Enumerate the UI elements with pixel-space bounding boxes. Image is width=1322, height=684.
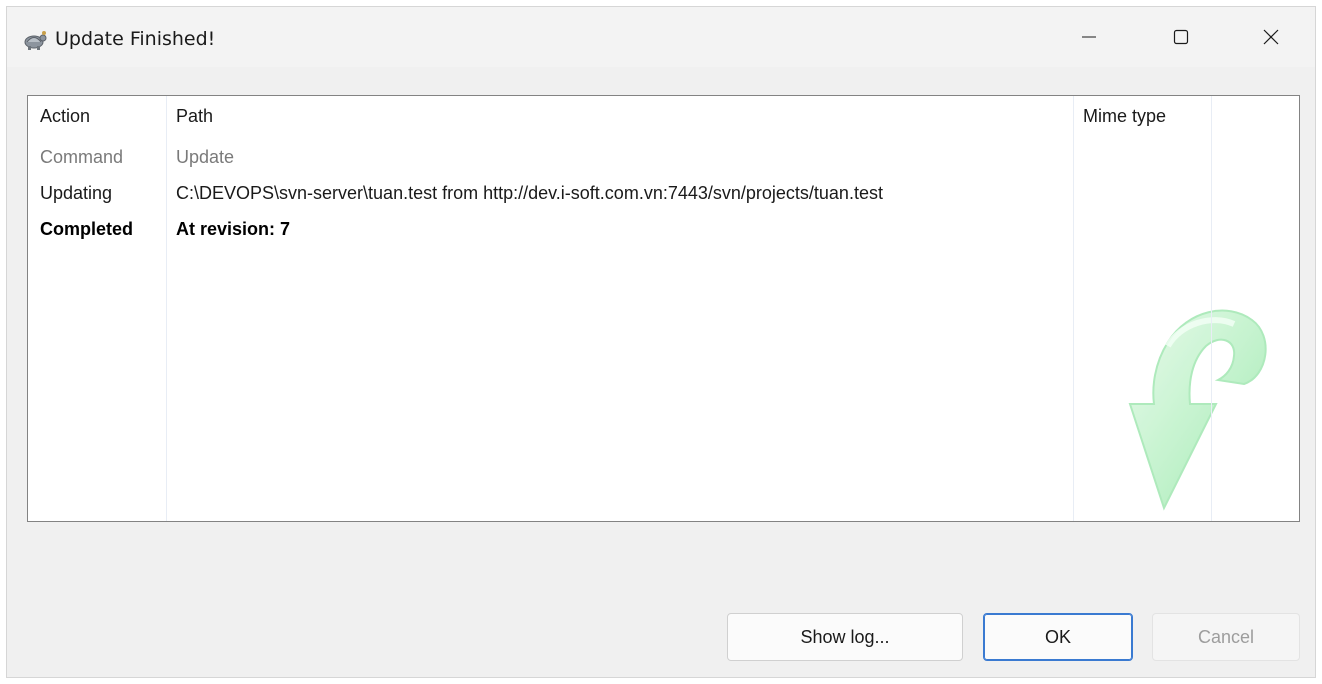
minimize-icon (1082, 30, 1096, 44)
maximize-button[interactable] (1135, 7, 1227, 67)
close-button[interactable] (1225, 7, 1315, 67)
update-log-list[interactable]: Action Path Mime type Command Update Upd… (27, 95, 1300, 522)
ok-button[interactable]: OK (983, 613, 1133, 661)
close-icon (1263, 29, 1279, 45)
row-action: Updating (40, 183, 113, 203)
list-item[interactable]: Command Update (28, 146, 1299, 182)
column-header-path[interactable]: Path (176, 106, 213, 127)
row-path: C:\DEVOPS\svn-server\tuan.test from http… (176, 183, 883, 203)
cancel-button[interactable]: Cancel (1152, 613, 1300, 661)
list-item[interactable]: Completed At revision: 7 (28, 218, 1299, 254)
row-action: Completed (40, 219, 134, 239)
column-header-action[interactable]: Action (40, 106, 90, 127)
minimize-button[interactable] (1043, 7, 1135, 67)
maximize-icon (1173, 29, 1189, 45)
title-bar[interactable]: Update Finished! (7, 7, 1315, 67)
row-action: Command (40, 147, 124, 167)
window-title: Update Finished! (55, 28, 216, 50)
row-path: At revision: 7 (176, 219, 291, 239)
row-path: Update (176, 147, 235, 167)
list-item[interactable]: Updating C:\DEVOPS\svn-server\tuan.test … (28, 182, 1299, 218)
update-arrow-icon (1056, 284, 1281, 521)
update-dialog: Update Finished! Action Path Mime type C… (6, 6, 1316, 678)
show-log-button[interactable]: Show log... (727, 613, 963, 661)
tortoisesvn-icon (23, 29, 47, 51)
column-header-mime-type[interactable]: Mime type (1083, 106, 1166, 127)
